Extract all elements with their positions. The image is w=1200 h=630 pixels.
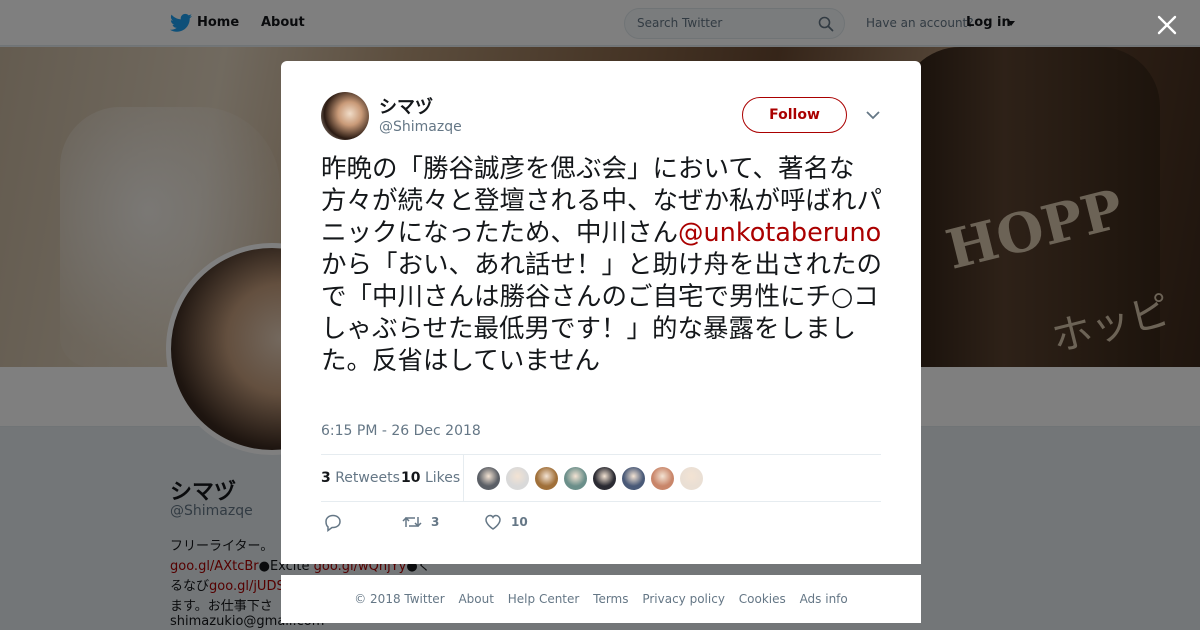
mention-link[interactable]: @unkotaberuno xyxy=(678,218,881,248)
close-icon[interactable] xyxy=(1155,13,1179,37)
retweet-icon[interactable] xyxy=(401,512,423,532)
tweet-text-part: から「おい、あれ話せ！」と助け舟を出されたので「中川さんは勝谷さんのご自宅で男性… xyxy=(321,250,883,376)
liker-avatar[interactable] xyxy=(621,466,646,491)
footer-terms-link[interactable]: Terms xyxy=(593,592,628,606)
footer-help-link[interactable]: Help Center xyxy=(508,592,580,606)
footer-cookies-link[interactable]: Cookies xyxy=(739,592,786,606)
footer-ads-link[interactable]: Ads info xyxy=(800,592,848,606)
footer-privacy-link[interactable]: Privacy policy xyxy=(642,592,725,606)
tweet-modal: シマヅ @Shimazqe Follow 昨晩の「勝谷誠彦を偲ぶ会」において、著… xyxy=(281,61,921,564)
tweet-stats: 3 Retweets 10 Likes xyxy=(321,454,881,502)
footer-copyright: © 2018 Twitter xyxy=(354,592,445,606)
stats-divider xyxy=(463,455,464,502)
liker-avatar[interactable] xyxy=(505,466,530,491)
footer-about-link[interactable]: About xyxy=(458,592,493,606)
liker-avatar[interactable] xyxy=(679,466,704,491)
liker-avatar[interactable] xyxy=(563,466,588,491)
likes-label: Likes xyxy=(424,470,461,486)
reply-icon[interactable] xyxy=(323,512,343,532)
tweet-actions: 3 10 xyxy=(321,512,881,536)
likes-count: 10 xyxy=(401,470,421,486)
chevron-down-icon[interactable] xyxy=(866,110,880,120)
author-avatar[interactable] xyxy=(321,92,369,140)
tweet-text: 昨晩の「勝谷誠彦を偲ぶ会」において、著名な方々が続々と登壇される中、なぜか私が呼… xyxy=(321,153,886,377)
liker-avatar[interactable] xyxy=(476,466,501,491)
retweets-stat[interactable]: 3 Retweets xyxy=(321,470,400,486)
author-handle[interactable]: @Shimazqe xyxy=(379,119,462,135)
like-count: 10 xyxy=(511,515,528,529)
liker-avatar[interactable] xyxy=(650,466,675,491)
heart-icon[interactable] xyxy=(483,512,503,532)
modal-footer: © 2018 Twitter About Help Center Terms P… xyxy=(281,575,921,623)
likes-stat[interactable]: 10 Likes xyxy=(401,470,460,486)
retweet-count: 3 xyxy=(431,515,440,529)
tweet-timestamp[interactable]: 6:15 PM - 26 Dec 2018 xyxy=(321,423,481,439)
follow-button[interactable]: Follow xyxy=(742,97,847,133)
liker-avatar[interactable] xyxy=(592,466,617,491)
retweets-count: 3 xyxy=(321,470,331,486)
author-name[interactable]: シマヅ xyxy=(379,93,433,119)
retweets-label: Retweets xyxy=(335,470,400,486)
liker-avatar[interactable] xyxy=(534,466,559,491)
